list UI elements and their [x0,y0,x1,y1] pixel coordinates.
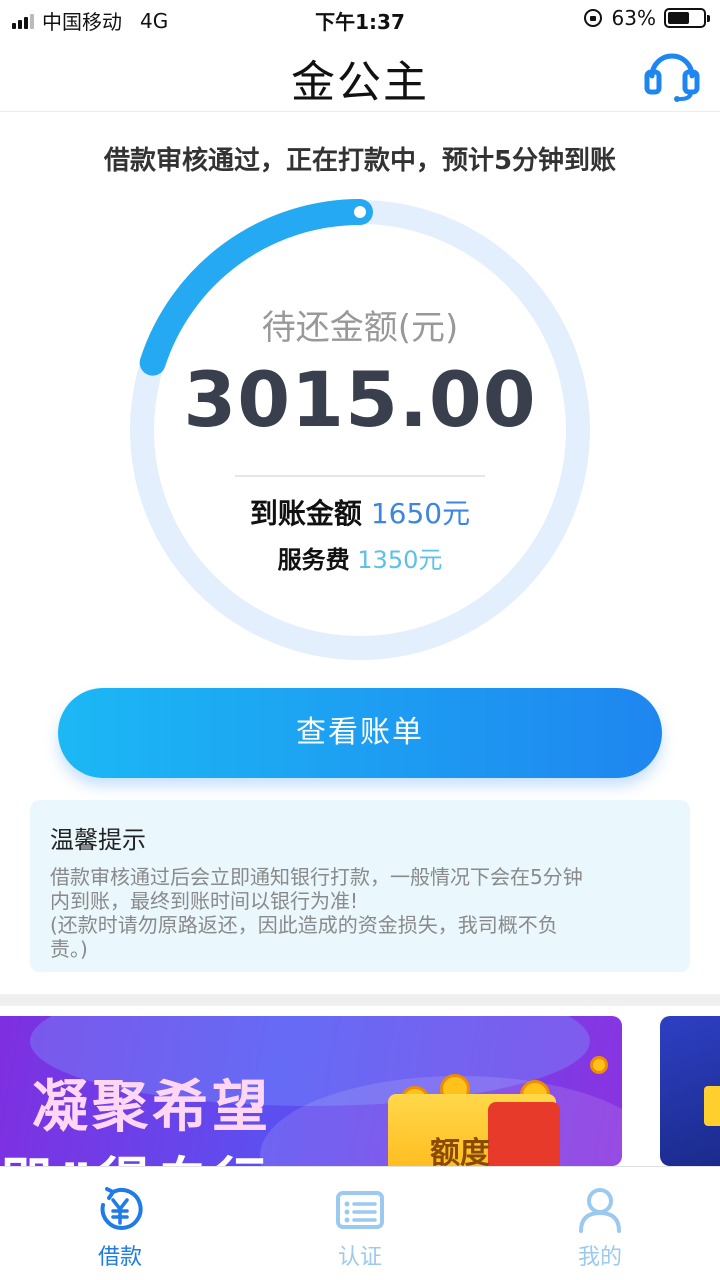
tab-label: 认证 [337,1245,382,1270]
banner-subtitle: 即”得白行 [0,1140,272,1166]
tab-label: 我的 [577,1245,622,1270]
due-amount-label: 待还金额(元) [261,308,459,348]
battery-icon [664,8,710,28]
tab-profile[interactable]: 我的 [520,1167,680,1280]
tab-label: 借款 [97,1245,142,1270]
tips-line: 内到账，最终到账时间以银行为准! [50,889,359,913]
due-amount-value: 3015.00 [183,355,537,444]
received-row: 到账金额 1650元 [125,492,595,532]
status-bar: 中国移动 4G 下午1:37 63% [0,0,720,36]
user-icon [579,1188,621,1233]
tips-body: 借款审核通过后会立即通知银行打款，一般情况下会在5分钟 内到账，最终到账时间以银… [50,865,670,961]
repayment-ring: 待还金额(元) 3015.00 到账金额 1650元 服务费 1350元 [125,195,595,665]
promo-banner-next[interactable] [660,1016,720,1166]
banner-glyph [704,1086,720,1126]
received-value: 1650元 [370,497,471,530]
battery-percent: 63% [611,6,656,30]
id-card-icon [336,1191,384,1229]
coin-icon [590,1056,608,1074]
fee-label: 服务费 [277,546,350,574]
ring-progress-dot [354,206,366,218]
tab-loan[interactable]: 借款 [40,1167,200,1280]
tips-line: 责。) [50,937,88,961]
fee-value: 1350元 [357,546,443,574]
received-label: 到账金额 [249,497,362,530]
fee-row: 服务费 1350元 [125,540,595,575]
view-bill-button[interactable]: 查看账单 [58,688,662,778]
section-divider [0,994,720,1006]
tab-verify[interactable]: 认证 [280,1167,440,1280]
tips-line: (还款时请勿原路返还，因此造成的资金损失，我司概不负 [50,913,558,937]
status-right: 63% [583,6,710,30]
banner-title: 凝聚希望 [32,1075,272,1140]
banner-quota-label: 额度 [430,1136,490,1166]
page-title: 金公主 [291,57,429,108]
tips-title: 温馨提示 [50,826,146,854]
wallet-flap [488,1102,560,1166]
tips-card: 温馨提示 借款审核通过后会立即通知银行打款，一般情况下会在5分钟 内到账，最终到… [30,800,690,972]
tips-line: 借款审核通过后会立即通知银行打款，一般情况下会在5分钟 [50,865,583,889]
orientation-lock-icon [583,9,602,27]
status-notice: 借款审核通过，正在打款中，预计5分钟到账 [103,146,617,176]
promo-banner[interactable]: 凝聚希望 即”得白行 额度 [0,1016,622,1166]
tab-bar: 借款 认证 我的 [0,1166,720,1280]
headset-icon[interactable] [642,44,702,104]
yuan-loan-icon [100,1187,143,1230]
ring-divider [235,475,485,477]
nav-bar: 金公主 [0,36,720,112]
